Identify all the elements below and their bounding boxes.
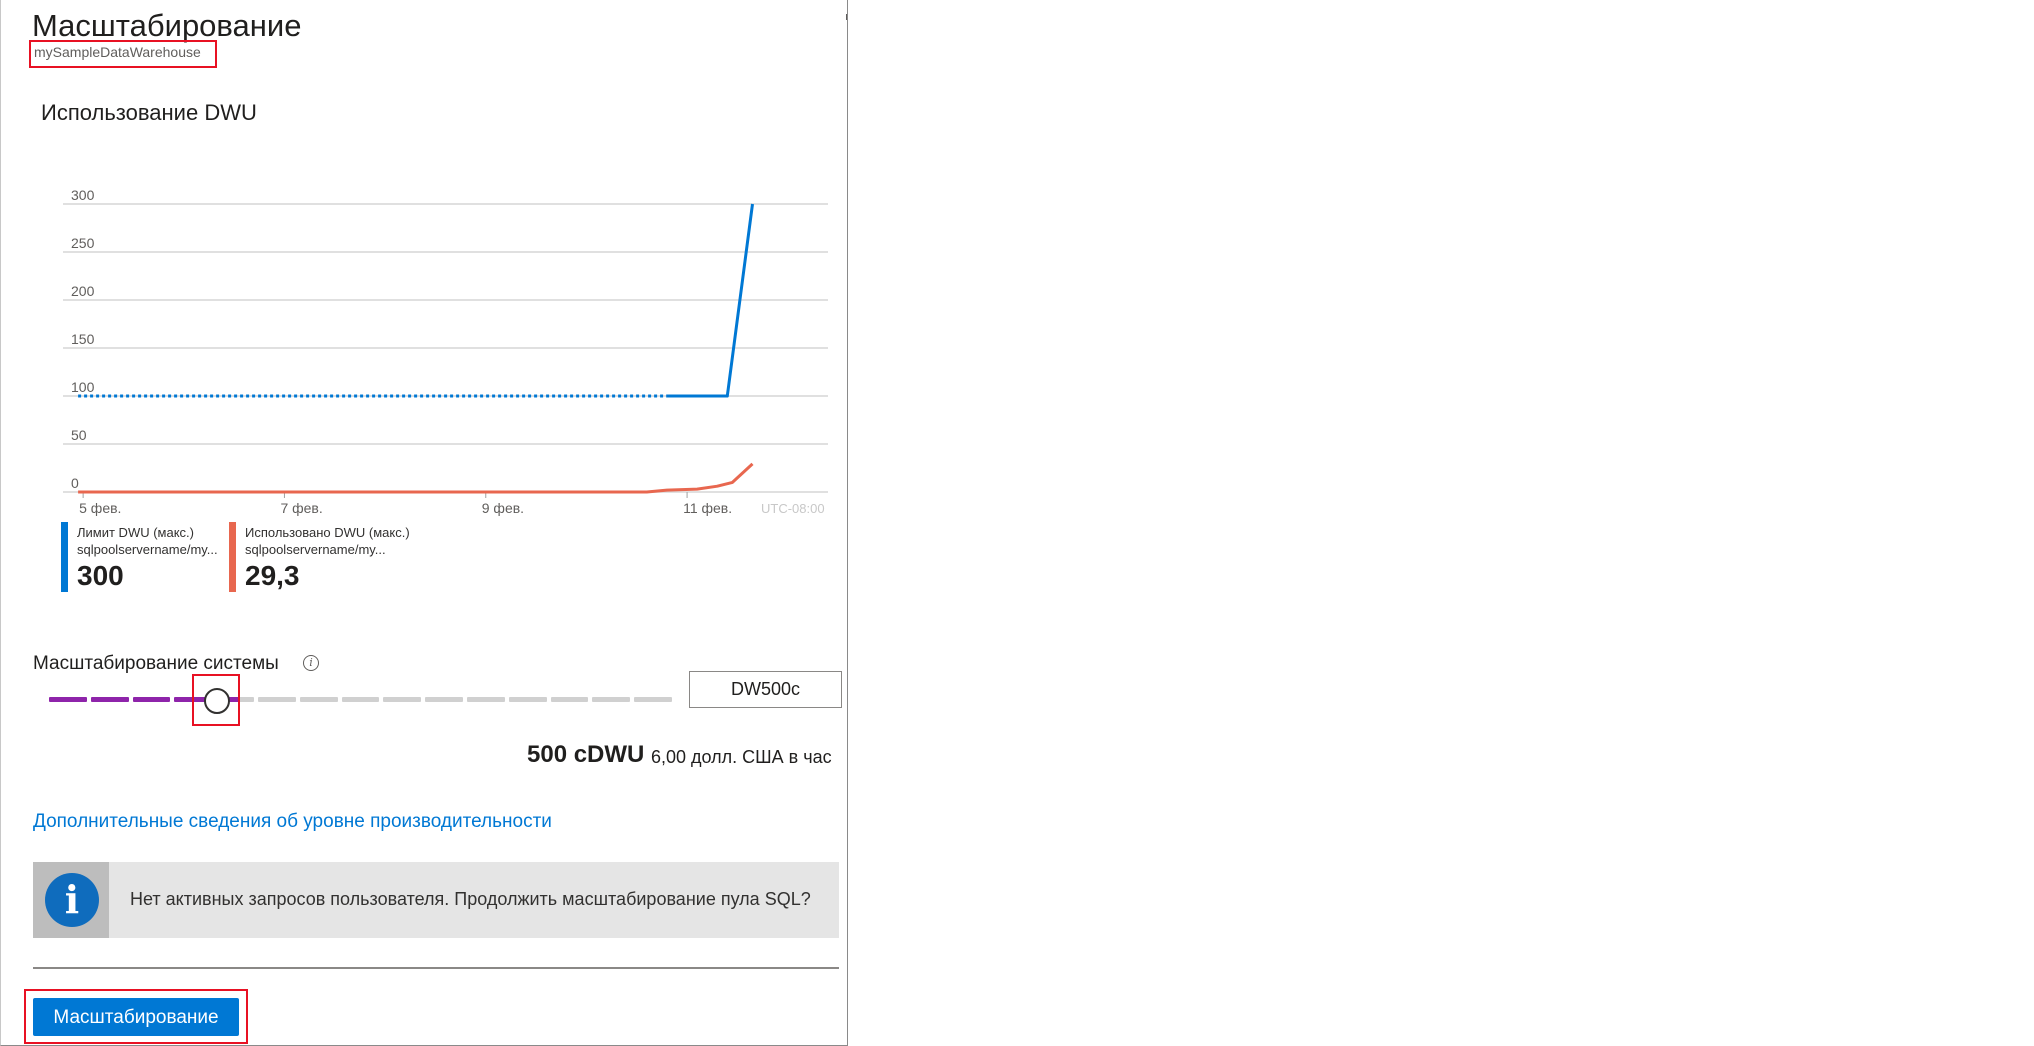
legend-series-value: 29,3: [245, 560, 300, 591]
slider-step[interactable]: [467, 697, 505, 702]
tier-value-field[interactable]: DW500c: [689, 671, 842, 708]
scale-panel: Масштабирование mySampleDataWarehouse Ис…: [0, 0, 848, 1046]
legend-color-bar: [229, 522, 236, 592]
highlight-box-button: [24, 989, 248, 1044]
dwu-usage-chart: 300 250 200 150 100 50 05 фев. 7 фев. 9 фев. 11 ф…: [63, 187, 828, 516]
y-tick-label: 200: [71, 283, 95, 299]
slider-step[interactable]: [258, 697, 296, 702]
slider-step[interactable]: [425, 697, 463, 702]
legend-item-dwu-used[interactable]: Использовано DWU (макс.) sqlpoolserverna…: [229, 522, 439, 592]
y-tick-label: 150: [71, 331, 95, 347]
x-tick-label: 7 фев.: [280, 500, 322, 516]
legend-color-bar: [61, 522, 68, 592]
info-circle-icon[interactable]: i: [303, 655, 319, 671]
slider-step[interactable]: [383, 697, 422, 702]
legend-item-dwu-limit[interactable]: Лимит DWU (макс.) sqlpoolservername/my..…: [61, 522, 231, 592]
scale-system-label: Масштабирование системы: [33, 653, 279, 674]
y-tick-label: 250: [71, 235, 95, 251]
highlight-box-slider: [192, 674, 240, 726]
slider-step[interactable]: [341, 697, 380, 702]
scale-slider-track[interactable]: [49, 691, 672, 707]
performance-level-link[interactable]: Дополнительные сведения об уровне произв…: [33, 811, 552, 833]
cdwu-value: 500 cDWU: [527, 741, 645, 768]
legend-series-source: sqlpoolservername/my...: [77, 542, 218, 557]
y-tick-label: 0: [71, 475, 79, 491]
banner-message: Нет активных запросов пользователя. Прод…: [130, 889, 811, 909]
legend-series-source: sqlpoolservername/my...: [245, 542, 386, 557]
legend-series-name: Лимит DWU (макс.): [77, 525, 194, 540]
slider-step[interactable]: [592, 697, 631, 702]
timezone-label: UTC-08:00: [761, 501, 825, 516]
y-tick-label: 100: [71, 379, 95, 395]
info-icon: i: [45, 873, 99, 927]
slider-step[interactable]: [550, 697, 589, 702]
slider-step[interactable]: [90, 697, 129, 702]
x-tick-label: 9 фев.: [482, 500, 524, 516]
info-banner: i Нет активных запросов пользователя. Пр…: [33, 862, 839, 938]
x-tick-label: 11 фев.: [683, 500, 732, 516]
slider-step[interactable]: [508, 697, 547, 702]
slider-step[interactable]: [634, 697, 672, 702]
slider-step[interactable]: [49, 697, 87, 702]
slider-step[interactable]: [132, 697, 171, 702]
y-tick-label: 50: [71, 427, 87, 443]
legend-series-value: 300: [77, 560, 124, 591]
divider: [33, 967, 839, 969]
y-tick-label: 300: [71, 187, 95, 203]
banner-icon-area: i: [33, 862, 109, 938]
price-per-hour: 6,00 долл. США в час: [651, 747, 832, 767]
x-tick-label: 5 фев.: [79, 500, 121, 516]
legend-series-name: Использовано DWU (макс.): [245, 525, 410, 540]
slider-step[interactable]: [299, 697, 338, 702]
series-line-dwu-used: [78, 462, 754, 494]
